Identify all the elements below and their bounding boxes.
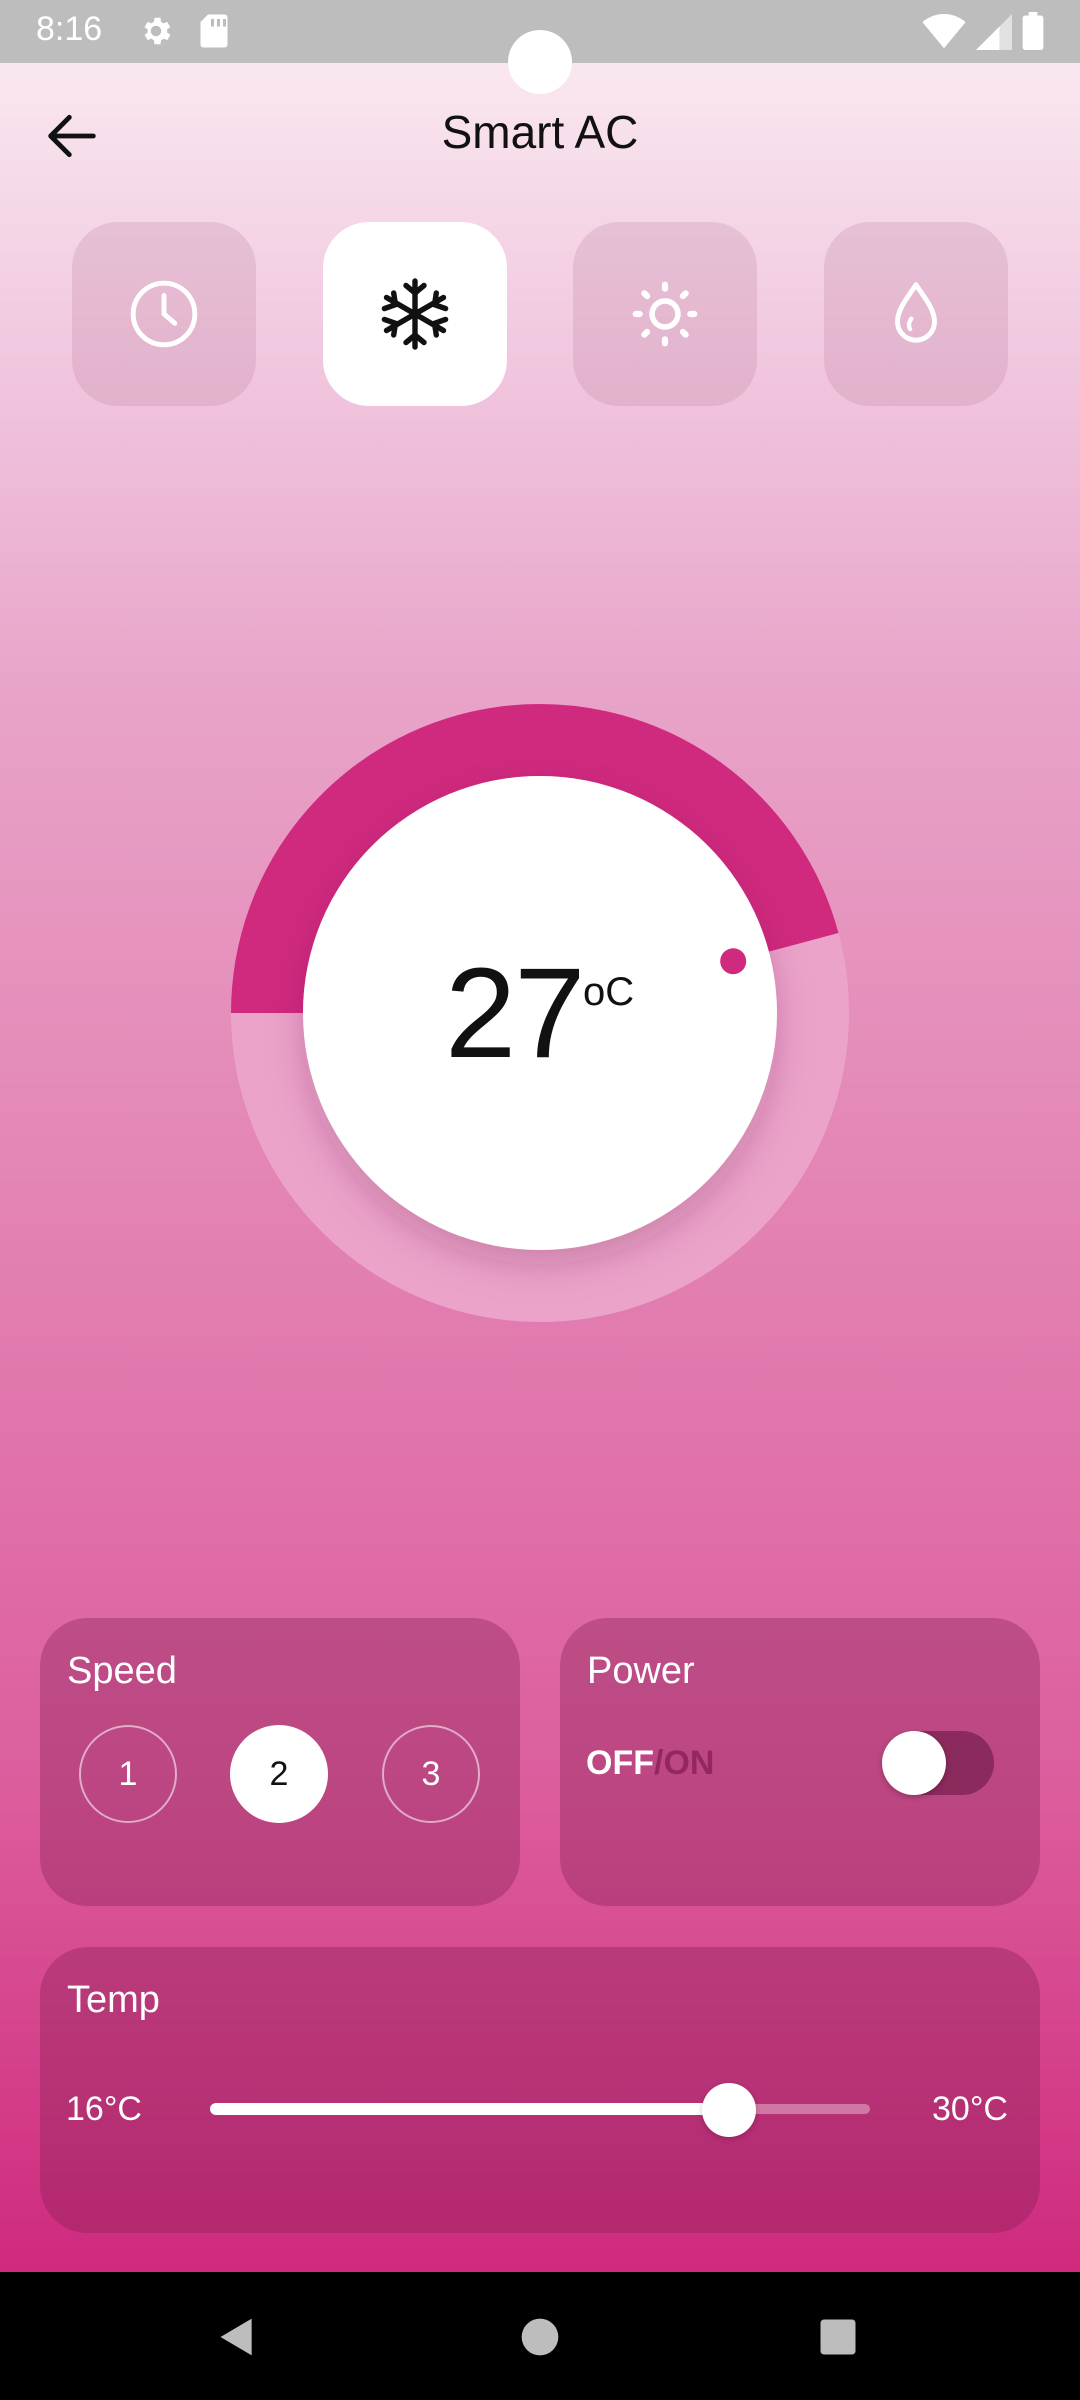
power-on-label: ON <box>663 1744 715 1782</box>
battery-icon <box>1022 12 1044 55</box>
nav-recents-button[interactable] <box>803 2302 873 2372</box>
temp-card: Temp <box>40 1947 1040 2233</box>
snowflake-icon <box>381 278 449 350</box>
mode-dry-button[interactable] <box>824 222 1008 406</box>
back-triangle-icon <box>220 2318 252 2356</box>
smart-ac-screen: 8:16 Smart AC 27 oC Speed 1 2 3 Power OF… <box>0 0 1080 2400</box>
speed-title: Speed <box>67 1650 177 1692</box>
water-drop-icon <box>895 282 937 343</box>
gear-icon <box>138 13 174 54</box>
mode-cool-button[interactable] <box>323 222 507 406</box>
mode-heat-button[interactable] <box>573 222 757 406</box>
speed-option-1[interactable]: 1 <box>79 1725 177 1823</box>
temp-max-label: 30°C <box>932 2090 1008 2128</box>
temp-title: Temp <box>67 1979 160 2021</box>
camera-cutout <box>508 30 572 94</box>
mode-timer-button[interactable] <box>72 222 256 406</box>
nav-back-button[interactable] <box>202 2302 272 2372</box>
temperature-value: 27 <box>445 942 585 1085</box>
clock-icon <box>130 280 198 348</box>
power-off-label: OFF <box>586 1744 654 1782</box>
status-time: 8:16 <box>36 10 103 48</box>
sd-card-icon <box>198 13 230 54</box>
temp-min-label: 16°C <box>66 2090 142 2128</box>
power-title: Power <box>587 1650 695 1692</box>
recents-square-icon <box>820 2319 856 2355</box>
nav-home-button[interactable] <box>505 2302 575 2372</box>
page-title: Smart AC <box>441 106 639 158</box>
dial-knob[interactable] <box>720 948 747 975</box>
temp-slider-fill <box>210 2103 729 2115</box>
home-circle-icon <box>521 2318 559 2356</box>
wifi-icon <box>922 14 966 55</box>
sun-icon <box>632 281 698 347</box>
speed-option-2[interactable]: 2 <box>230 1725 328 1823</box>
signal-icon <box>976 14 1012 55</box>
speed-option-3[interactable]: 3 <box>382 1725 480 1823</box>
power-state-label: OFF/ON <box>586 1744 714 1783</box>
temperature-unit: oC <box>583 970 635 1014</box>
temp-slider-thumb[interactable] <box>701 2083 756 2137</box>
power-toggle-thumb[interactable] <box>882 1731 946 1795</box>
